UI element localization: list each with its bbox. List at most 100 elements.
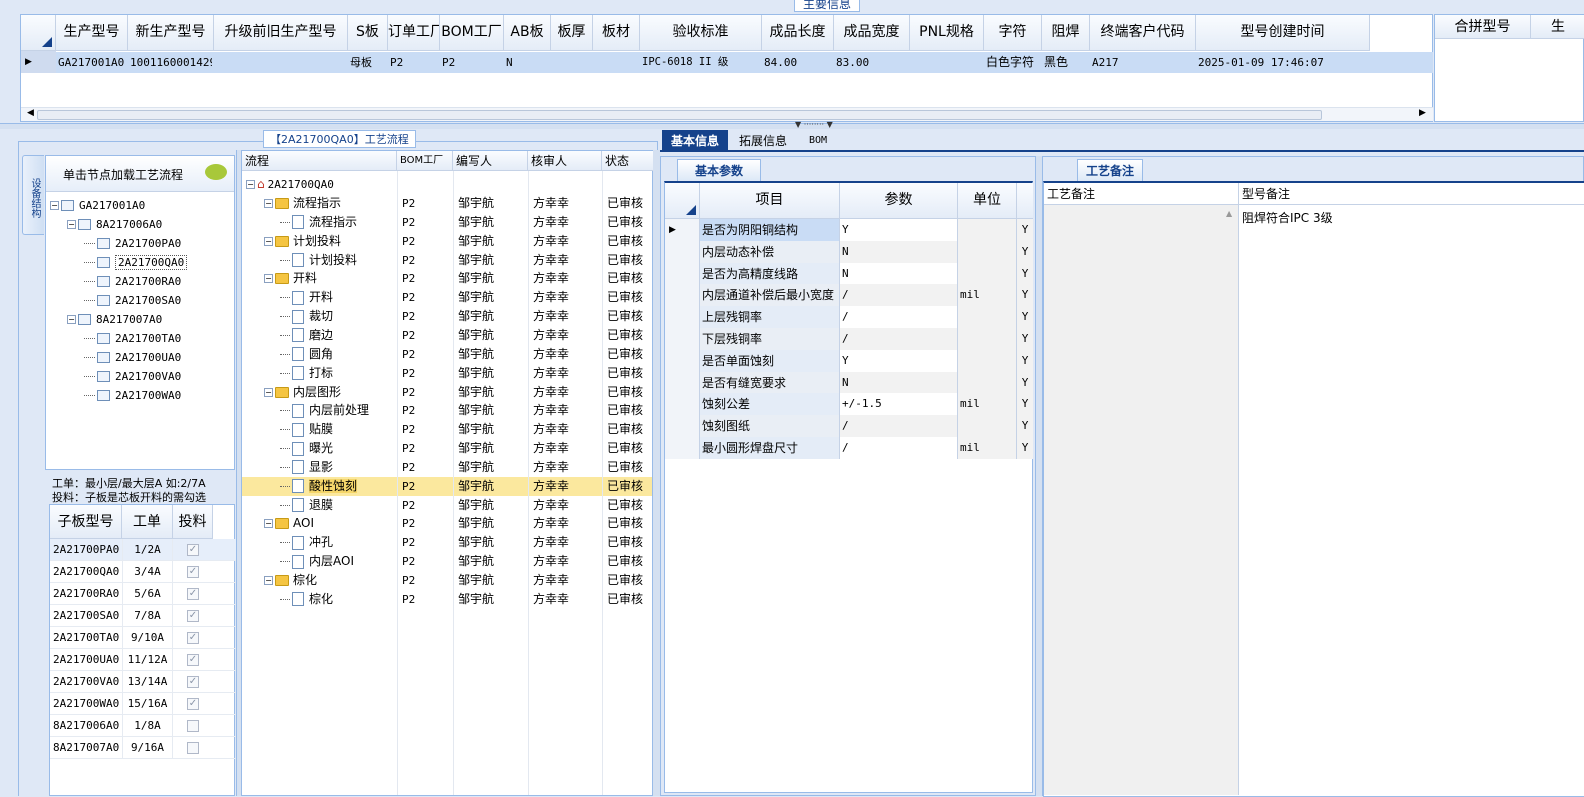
flow-row[interactable]: − AOI P2 邹宇航 方幸幸 已审核 <box>242 514 652 533</box>
tab-process-remarks[interactable]: 工艺备注 <box>1077 159 1143 181</box>
param-row[interactable]: 内层通道补偿后最小宽度 / mil Y <box>665 284 1033 307</box>
tree-node[interactable]: 2A21700RA0 <box>84 272 181 291</box>
column-header[interactable]: 升级前旧生产型号 <box>214 15 348 51</box>
tree-node[interactable]: 2A21700VA0 <box>84 367 181 386</box>
flow-row[interactable]: 圆角 P2 邹宇航 方幸幸 已审核 <box>242 345 652 364</box>
param-row[interactable]: 下层残铜率 / Y <box>665 328 1033 350</box>
param-value-cell[interactable]: / <box>840 415 958 438</box>
tab-bom[interactable]: BOM <box>798 130 838 152</box>
sub-column-header[interactable]: 投料 <box>173 505 213 539</box>
flow-row[interactable]: 贴膜 P2 邹宇航 方幸幸 已审核 <box>242 420 652 439</box>
feed-checkbox[interactable]: ✓ <box>187 544 199 556</box>
param-value-cell[interactable]: N <box>840 240 958 263</box>
column-header[interactable]: 新生产型号 <box>128 15 214 51</box>
collapse-icon[interactable]: − <box>264 236 273 246</box>
flow-row[interactable]: 曝光 P2 邹宇航 方幸幸 已审核 <box>242 439 652 458</box>
column-header[interactable]: AB板 <box>504 15 551 51</box>
param-column-header[interactable]: 项目 <box>700 183 840 219</box>
column-header[interactable]: BOM工厂 <box>440 15 504 51</box>
tree-node[interactable]: − 8A217007A0 <box>67 310 162 329</box>
tab-basic-params[interactable]: 基本参数 <box>677 159 761 181</box>
collapse-icon[interactable]: − <box>264 274 273 284</box>
param-row[interactable]: 蚀刻公差 +/-1.5 mil Y <box>665 393 1033 416</box>
flow-row[interactable]: 开料 P2 邹宇航 方幸幸 已审核 <box>242 288 652 307</box>
root-node[interactable]: − ⌂ 2A21700QA0 <box>246 175 334 194</box>
scroll-right-icon[interactable]: ▶ <box>1419 108 1426 118</box>
sub-row[interactable]: 2A21700SA0 7/8A ✓ <box>50 605 236 627</box>
flow-row[interactable]: − 内层图形 P2 邹宇航 方幸幸 已审核 <box>242 383 652 402</box>
sub-row[interactable]: 2A21700WA0 15/16A ✓ <box>50 693 236 715</box>
param-value-cell[interactable]: / <box>840 437 958 459</box>
tree-node[interactable]: 2A21700TA0 <box>84 329 181 348</box>
sub-row[interactable]: 2A21700UA0 11/12A ✓ <box>50 649 236 671</box>
splitter-grip-icon[interactable]: ▼ ········ ▼ <box>795 120 833 129</box>
collapse-icon[interactable]: − <box>264 519 273 529</box>
feed-checkbox[interactable]: ✓ <box>187 632 199 644</box>
flow-row[interactable]: − 开料 P2 邹宇航 方幸幸 已审核 <box>242 269 652 288</box>
param-value-cell[interactable]: / <box>840 284 958 307</box>
model-remark-text[interactable]: 阻焊符合IPC 3级 <box>1242 209 1333 226</box>
tree-node[interactable]: 2A21700SA0 <box>84 291 181 310</box>
column-header[interactable]: 终端客户代码 <box>1090 15 1196 51</box>
column-header[interactable]: PNL规格 <box>910 15 984 51</box>
flow-row[interactable]: − 流程指示 P2 邹宇航 方幸幸 已审核 <box>242 194 652 213</box>
param-value-cell[interactable]: Y <box>840 349 958 372</box>
scroll-left-icon[interactable]: ◀ <box>27 108 34 118</box>
sub-row[interactable]: 2A21700QA0 3/4A ✓ <box>50 561 236 583</box>
sub-column-header[interactable]: 子板型号 <box>50 505 122 539</box>
collapse-icon[interactable]: − <box>264 576 273 585</box>
sub-row[interactable]: 8A217007A0 9/16A <box>50 737 236 759</box>
mid-splitter[interactable] <box>653 150 660 796</box>
tab-extended-info[interactable]: 拓展信息 <box>732 130 794 152</box>
flow-column-header[interactable]: BOM工厂 <box>397 151 453 171</box>
tab-basic-info[interactable]: 基本信息 <box>662 130 728 152</box>
scroll-up-icon[interactable]: ▲ <box>1226 209 1232 218</box>
flow-column-header[interactable]: 核审人 <box>528 151 602 171</box>
horizontal-splitter[interactable]: ▼ ········ ▼ <box>0 120 1584 129</box>
sub-row[interactable]: 8A217006A0 1/8A <box>50 715 236 737</box>
param-value-cell[interactable]: N <box>840 371 958 394</box>
flow-row[interactable]: − 棕化 P2 邹宇航 方幸幸 已审核 <box>242 571 652 590</box>
flow-row[interactable]: 内层AOI P2 邹宇航 方幸幸 已审核 <box>242 552 652 571</box>
feed-checkbox[interactable]: ✓ <box>187 610 199 622</box>
sub-row[interactable]: 2A21700RA0 5/6A ✓ <box>50 583 236 605</box>
column-header[interactable]: 阻焊 <box>1042 15 1090 51</box>
collapse-icon[interactable]: − <box>264 199 273 208</box>
flow-row[interactable]: 裁切 P2 邹宇航 方幸幸 已审核 <box>242 307 652 326</box>
tree-node[interactable]: − GA217001A0 <box>50 196 145 215</box>
column-header[interactable]: 型号创建时间 <box>1196 15 1370 51</box>
collapse-icon[interactable]: − <box>67 315 76 324</box>
feed-checkbox[interactable]: ✓ <box>187 566 199 578</box>
column-header[interactable]: 生产型号 <box>56 15 128 51</box>
table-row[interactable]: GA217001A0 10011600014294 母板 P2 P2 N IPC-6018 … <box>56 52 1433 73</box>
flow-row[interactable]: 计划投料 P2 邹宇航 方幸幸 已审核 <box>242 251 652 270</box>
column-header[interactable]: 验收标准 <box>640 15 762 51</box>
horizontal-scrollbar[interactable]: ◀ ▶ <box>21 107 1433 121</box>
param-row[interactable]: 是否有缝宽要求 N Y <box>665 371 1033 394</box>
param-value-cell[interactable]: / <box>840 328 958 350</box>
feed-checkbox[interactable] <box>187 742 199 754</box>
tree-node[interactable]: − 8A217006A0 <box>67 215 162 234</box>
sub-row[interactable]: 2A21700TA0 9/10A ✓ <box>50 627 236 649</box>
sub-row[interactable]: 2A21700VA0 13/14A ✓ <box>50 671 236 693</box>
flow-row[interactable]: 内层前处理 P2 邹宇航 方幸幸 已审核 <box>242 401 652 420</box>
column-header[interactable]: 板厚 <box>551 15 593 51</box>
flow-column-header[interactable]: 编写人 <box>453 151 528 171</box>
flow-row[interactable]: 磨边 P2 邹宇航 方幸幸 已审核 <box>242 326 652 345</box>
param-row[interactable]: 上层残铜率 / Y <box>665 306 1033 329</box>
feed-checkbox[interactable] <box>187 720 199 732</box>
col-header-overflow[interactable]: 生 <box>1531 15 1584 39</box>
flow-row[interactable]: 酸性蚀刻 P2 邹宇航 方幸幸 已审核 <box>242 476 652 496</box>
param-row[interactable]: ▶ 是否为阴阳铜结构 Y Y <box>665 219 1033 241</box>
process-remark-cell[interactable]: ▲ <box>1044 205 1239 795</box>
feed-checkbox[interactable]: ✓ <box>187 698 199 710</box>
flow-row[interactable]: 显影 P2 邹宇航 方幸幸 已审核 <box>242 458 652 477</box>
param-row[interactable]: 内层动态补偿 N Y <box>665 240 1033 263</box>
param-row[interactable]: 是否为高精度线路 N Y <box>665 262 1033 285</box>
tree-node[interactable]: 2A21700WA0 <box>84 386 181 405</box>
param-row[interactable]: 最小圆形焊盘尺寸 / mil Y <box>665 437 1033 459</box>
param-value-cell[interactable]: N <box>840 262 958 285</box>
collapse-icon[interactable]: − <box>50 201 59 210</box>
feed-checkbox[interactable]: ✓ <box>187 676 199 688</box>
flow-row[interactable]: 棕化 P2 邹宇航 方幸幸 已审核 <box>242 590 652 609</box>
